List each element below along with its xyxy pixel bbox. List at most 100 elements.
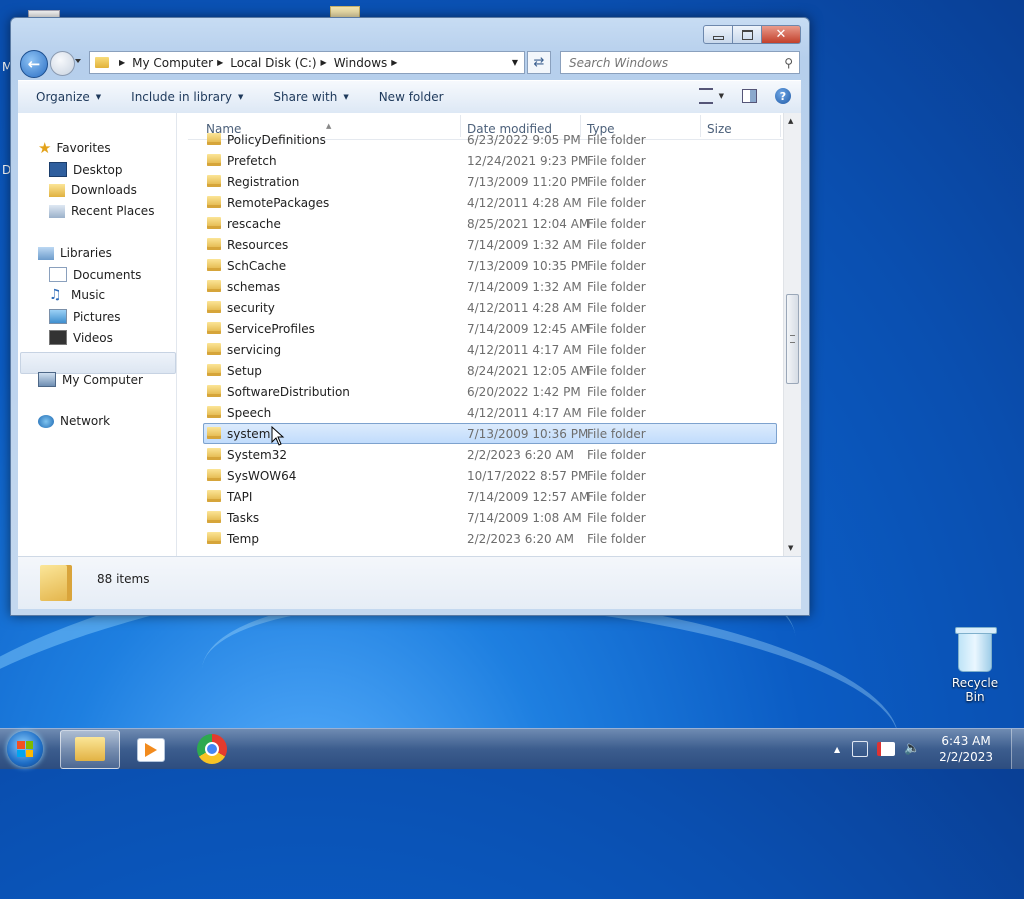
folder-icon — [207, 343, 221, 355]
view-options-dropdown[interactable]: ▼ — [719, 92, 724, 100]
breadcrumb-windows[interactable]: Windows ▶ — [334, 56, 405, 70]
vertical-scrollbar[interactable]: ▲ ▼ — [783, 113, 801, 556]
folder-icon — [207, 259, 221, 271]
table-row[interactable]: ServiceProfiles 7/14/2009 12:45 AM File fo… — [188, 318, 788, 339]
network-tray-icon[interactable] — [852, 741, 869, 757]
folder-icon — [207, 133, 221, 145]
table-row[interactable]: Prefetch 12/24/2021 9:23 PM File folder — [188, 150, 788, 171]
breadcrumb-sep[interactable]: ▶ — [115, 58, 132, 67]
forward-button[interactable] — [50, 51, 75, 76]
help-icon[interactable]: ? — [775, 88, 791, 104]
file-date-modified: 6/20/2022 1:42 PM — [467, 385, 581, 399]
show-desktop-button[interactable] — [1011, 729, 1024, 769]
organize-button[interactable]: Organize ▼ — [36, 90, 101, 104]
table-row[interactable]: Setup 8/24/2021 12:05 AM File folder — [188, 360, 788, 381]
refresh-button[interactable]: ⇄ — [527, 51, 551, 74]
file-type: File folder — [587, 469, 646, 483]
star-icon: ★ — [38, 138, 52, 157]
maximize-icon — [741, 29, 753, 40]
file-name: Setup — [227, 364, 262, 378]
address-history-dropdown[interactable]: ▼ — [512, 58, 518, 67]
breadcrumb-my-computer[interactable]: My Computer ▶ — [132, 56, 230, 70]
nav-item-desktop[interactable]: Desktop — [49, 162, 123, 177]
breadcrumb-local-disk[interactable]: Local Disk (C:) ▶ — [230, 56, 333, 70]
table-row[interactable]: Temp 2/2/2023 6:20 AM File folder — [188, 528, 788, 549]
folder-icon — [95, 57, 109, 68]
chevron-down-icon: ▼ — [238, 93, 244, 101]
recent-pages-dropdown[interactable] — [75, 59, 81, 63]
volume-icon[interactable]: 🔈 — [904, 742, 920, 756]
nav-item-recent-places[interactable]: Recent Places — [49, 204, 154, 218]
address-bar[interactable]: ▶ My Computer ▶ Local Disk (C:) ▶ Windows ▶… — [89, 51, 525, 74]
nav-item-music[interactable]: ♫ Music — [49, 288, 105, 303]
file-type: File folder — [587, 301, 646, 315]
share-with-button[interactable]: Share with ▼ — [273, 90, 348, 104]
table-row[interactable]: System32 2/2/2023 6:20 AM File folder — [188, 444, 788, 465]
scrollbar-thumb[interactable] — [786, 294, 799, 384]
table-row[interactable]: RemotePackages 4/12/2011 4:28 AM File fold… — [188, 192, 788, 213]
nav-item-documents[interactable]: Documents — [49, 267, 141, 282]
nav-item-network[interactable]: Network — [38, 414, 110, 428]
scroll-down-arrow[interactable]: ▼ — [788, 544, 793, 552]
scroll-up-arrow[interactable]: ▲ — [788, 117, 793, 125]
search-input[interactable] — [567, 54, 776, 71]
table-row[interactable]: Registration 7/13/2009 11:20 PM File folde… — [188, 171, 788, 192]
recycle-bin[interactable]: Recycle Bin — [944, 627, 1006, 704]
file-date-modified: 4/12/2011 4:17 AM — [467, 406, 582, 420]
folder-large-icon — [40, 565, 72, 601]
nav-item-pictures[interactable]: Pictures — [49, 309, 121, 324]
search-box[interactable]: ⚲ — [560, 51, 800, 74]
preview-pane-icon[interactable] — [742, 89, 757, 103]
table-row[interactable]: Tasks 7/14/2009 1:08 AM File folder — [188, 507, 788, 528]
folder-icon — [207, 280, 221, 292]
table-row[interactable]: SchCache 7/13/2009 10:35 PM File folder — [188, 255, 788, 276]
table-row[interactable]: rescache 8/25/2021 12:04 AM File folder — [188, 213, 788, 234]
folder-icon — [207, 511, 221, 523]
file-type: File folder — [587, 406, 646, 420]
table-row[interactable]: SysWOW64 10/17/2022 8:57 PM File folder — [188, 465, 788, 486]
file-name: TAPI — [227, 490, 253, 504]
show-hidden-icons-chevron-icon[interactable]: ▲ — [834, 745, 840, 754]
new-folder-button[interactable]: New folder — [379, 90, 444, 104]
clock[interactable]: 6:43 AM 2/2/2023 — [939, 733, 993, 765]
nav-item-videos[interactable]: Videos — [49, 330, 113, 345]
minimize-button[interactable] — [703, 25, 733, 44]
table-row[interactable]: security 4/12/2011 4:28 AM File folder — [188, 297, 788, 318]
table-row[interactable]: Speech 4/12/2011 4:17 AM File folder — [188, 402, 788, 423]
folder-icon — [207, 427, 221, 439]
recent-places-icon — [49, 204, 65, 218]
file-rows: PolicyDefinitions 6/23/2022 9:05 PM File f… — [188, 129, 788, 549]
chevron-right-icon[interactable]: ▶ — [217, 58, 223, 67]
action-center-flag-icon[interactable] — [877, 742, 896, 756]
table-row[interactable]: SoftwareDistribution 6/20/2022 1:42 PM Fil… — [188, 381, 788, 402]
file-name: Tasks — [227, 511, 260, 525]
table-row[interactable]: servicing 4/12/2011 4:17 AM File folder — [188, 339, 788, 360]
nav-item-libraries[interactable]: Libraries — [38, 246, 112, 260]
nav-item-my-computer[interactable]: My Computer — [38, 372, 143, 387]
file-date-modified: 7/14/2009 12:45 AM — [467, 322, 590, 336]
view-options-icon[interactable] — [698, 88, 713, 104]
start-button[interactable] — [7, 731, 43, 767]
maximize-button[interactable] — [733, 25, 762, 44]
file-date-modified: 6/23/2022 9:05 PM — [467, 133, 581, 147]
table-row[interactable]: PolicyDefinitions 6/23/2022 9:05 PM File f… — [188, 129, 788, 150]
back-button[interactable]: ← — [20, 50, 48, 78]
table-row[interactable]: schemas 7/14/2009 1:32 AM File folder — [188, 276, 788, 297]
close-button[interactable]: ✕ — [762, 25, 801, 44]
chevron-right-icon[interactable]: ▶ — [321, 58, 327, 67]
item-count: 88 items — [97, 572, 150, 586]
nav-selection-highlight — [20, 352, 176, 374]
recycle-bin-icon — [955, 627, 997, 672]
chevron-right-icon[interactable]: ▶ — [391, 58, 397, 67]
nav-item-downloads[interactable]: Downloads — [49, 183, 137, 197]
back-arrow-icon: ← — [27, 55, 41, 73]
table-row[interactable]: Resources 7/14/2009 1:32 AM File folder — [188, 234, 788, 255]
clock-time: 6:43 AM — [941, 734, 991, 748]
system-tray: ▲ 🔈 6:43 AM 2/2/2023 — [834, 729, 1024, 769]
include-in-library-button[interactable]: Include in library ▼ — [131, 90, 243, 104]
clock-date: 2/2/2023 — [939, 750, 993, 764]
nav-item-favorites[interactable]: ★ Favorites — [38, 138, 111, 157]
folder-icon — [207, 217, 221, 229]
table-row[interactable]: TAPI 7/14/2009 12:57 AM File folder — [188, 486, 788, 507]
search-icon[interactable]: ⚲ — [784, 56, 793, 70]
